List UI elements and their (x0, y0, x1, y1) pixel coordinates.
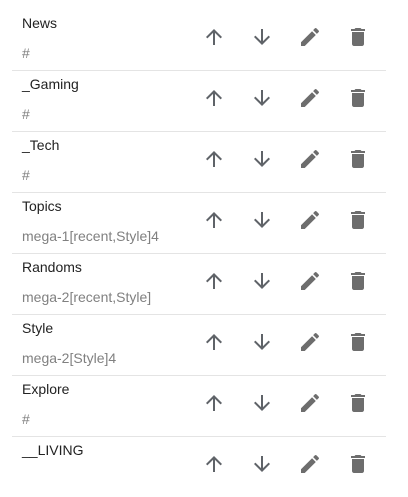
arrow-up-icon (206, 456, 222, 472)
list-item: __LIVING (12, 437, 386, 497)
list-item: Style mega-2[Style]4 (12, 315, 386, 376)
delete-button[interactable] (346, 25, 370, 49)
item-name: _Tech (22, 137, 60, 153)
list-item: _Gaming # (12, 71, 386, 132)
delete-button[interactable] (346, 330, 370, 354)
edit-button[interactable] (298, 208, 322, 232)
item-actions (202, 269, 370, 293)
edit-button[interactable] (298, 147, 322, 171)
arrow-down-icon (254, 90, 270, 106)
move-down-button[interactable] (250, 269, 274, 293)
arrow-up-icon (206, 212, 222, 228)
arrow-up-icon (206, 29, 222, 45)
menu-items-list: News # _Gaming # _Tech # Topics mega-1[r… (12, 10, 386, 497)
item-url: # (22, 106, 30, 122)
delete-button[interactable] (346, 208, 370, 232)
delete-button[interactable] (346, 147, 370, 171)
move-up-button[interactable] (202, 147, 226, 171)
delete-button[interactable] (346, 391, 370, 415)
delete-button[interactable] (346, 269, 370, 293)
item-name: __LIVING (22, 442, 84, 458)
item-url: # (22, 45, 30, 61)
item-url: mega-2[Style]4 (22, 350, 117, 366)
arrow-down-icon (254, 395, 270, 411)
arrow-up-icon (206, 395, 222, 411)
arrow-down-icon (254, 212, 270, 228)
arrow-down-icon (254, 334, 270, 350)
arrow-up-icon (206, 90, 222, 106)
list-item: Topics mega-1[recent,Style]4 (12, 193, 386, 254)
move-up-button[interactable] (202, 25, 226, 49)
pencil-icon (301, 27, 320, 46)
edit-button[interactable] (298, 452, 322, 476)
delete-button[interactable] (346, 86, 370, 110)
trash-icon (351, 150, 365, 168)
edit-button[interactable] (298, 269, 322, 293)
list-item: Randoms mega-2[recent,Style] (12, 254, 386, 315)
item-actions (202, 86, 370, 110)
move-down-button[interactable] (250, 391, 274, 415)
item-name: Topics (22, 198, 62, 214)
pencil-icon (301, 454, 320, 473)
pencil-icon (301, 88, 320, 107)
item-name: Explore (22, 381, 70, 397)
move-up-button[interactable] (202, 452, 226, 476)
trash-icon (351, 211, 365, 229)
pencil-icon (301, 149, 320, 168)
move-down-button[interactable] (250, 25, 274, 49)
move-up-button[interactable] (202, 391, 226, 415)
trash-icon (351, 89, 365, 107)
item-name: News (22, 15, 58, 31)
edit-button[interactable] (298, 25, 322, 49)
arrow-up-icon (206, 334, 222, 350)
move-down-button[interactable] (250, 86, 274, 110)
move-down-button[interactable] (250, 452, 274, 476)
list-item: Explore # (12, 376, 386, 437)
move-down-button[interactable] (250, 147, 274, 171)
item-url: mega-2[recent,Style] (22, 289, 152, 305)
item-url: mega-1[recent,Style]4 (22, 228, 159, 244)
item-actions (202, 391, 370, 415)
item-actions (202, 452, 370, 476)
move-up-button[interactable] (202, 269, 226, 293)
move-down-button[interactable] (250, 208, 274, 232)
item-url: # (22, 167, 30, 183)
item-url: # (22, 411, 30, 427)
pencil-icon (301, 271, 320, 290)
trash-icon (351, 333, 365, 351)
move-down-button[interactable] (250, 330, 274, 354)
arrow-up-icon (206, 273, 222, 289)
arrow-down-icon (254, 273, 270, 289)
arrow-down-icon (254, 456, 270, 472)
trash-icon (351, 394, 365, 412)
pencil-icon (301, 210, 320, 229)
item-actions (202, 25, 370, 49)
edit-button[interactable] (298, 86, 322, 110)
arrow-down-icon (254, 29, 270, 45)
move-up-button[interactable] (202, 86, 226, 110)
item-actions (202, 147, 370, 171)
item-actions (202, 208, 370, 232)
list-item: _Tech # (12, 132, 386, 193)
delete-button[interactable] (346, 452, 370, 476)
edit-button[interactable] (298, 330, 322, 354)
trash-icon (351, 28, 365, 46)
pencil-icon (301, 393, 320, 412)
move-up-button[interactable] (202, 208, 226, 232)
pencil-icon (301, 332, 320, 351)
item-name: Style (22, 320, 54, 336)
arrow-up-icon (206, 151, 222, 167)
edit-button[interactable] (298, 391, 322, 415)
item-name: Randoms (22, 259, 82, 275)
item-actions (202, 330, 370, 354)
list-item: News # (12, 10, 386, 71)
trash-icon (351, 455, 365, 473)
item-name: _Gaming (22, 76, 79, 92)
trash-icon (351, 272, 365, 290)
move-up-button[interactable] (202, 330, 226, 354)
arrow-down-icon (254, 151, 270, 167)
